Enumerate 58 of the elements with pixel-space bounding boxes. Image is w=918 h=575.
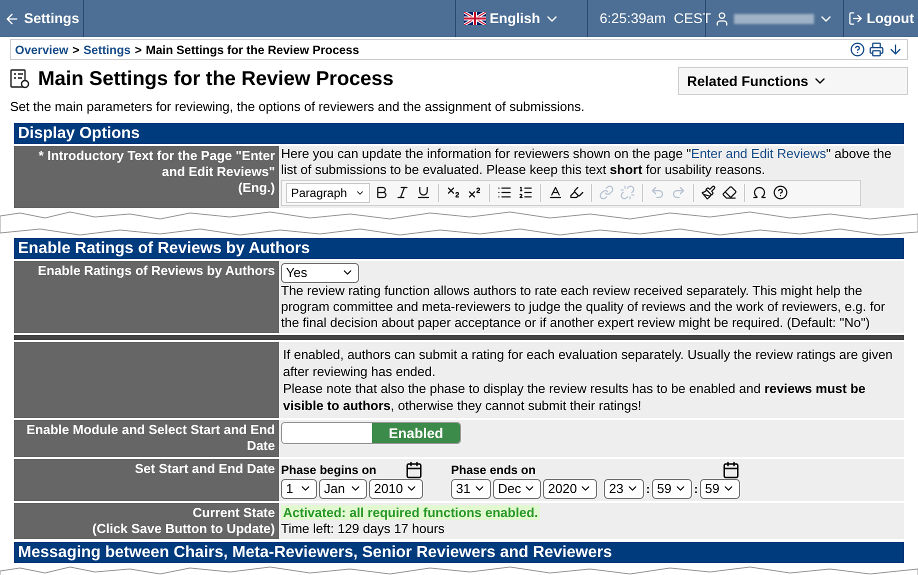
section-header: Enable Ratings of Reviews by Authors bbox=[14, 238, 904, 258]
field-label: Current State bbox=[192, 504, 275, 520]
page-description: Set the main parameters for reviewing, the options of reviewers and the assignment of submissions. bbox=[9, 98, 586, 116]
brush-icon[interactable] bbox=[699, 183, 718, 202]
select-field[interactable]: 59 bbox=[652, 478, 692, 498]
select-field[interactable]: 1 bbox=[281, 478, 317, 498]
breadcrumb-link[interactable]: Settings bbox=[83, 40, 131, 58]
help-text: Here you can update the information for reviewers shown on the page "Enter and Edit Reviews" above the list of submissions to be evaluated. Please keep this text short for usability reasons. bbox=[281, 146, 892, 178]
clock-time: 6:25:39am bbox=[600, 9, 666, 28]
select-field[interactable]: 2010 bbox=[369, 478, 423, 498]
select-field[interactable]: Jan bbox=[319, 478, 367, 498]
field-label: Enable Ratings of Reviews by Authors bbox=[38, 262, 275, 278]
info-text: If enabled, authors can submit a rating for each evaluation separately. Usually the review ratings are given after reviewing has ended. bbox=[283, 346, 894, 380]
eraser-icon[interactable] bbox=[720, 183, 739, 202]
logout-icon bbox=[848, 11, 863, 26]
down-arrow-icon[interactable] bbox=[888, 42, 903, 57]
help-icon[interactable] bbox=[850, 42, 865, 57]
enable-toggle[interactable]: Enabled bbox=[281, 422, 461, 444]
format-select[interactable]: Paragraph bbox=[286, 182, 370, 202]
time-left: Time left: 129 days 17 hours bbox=[281, 520, 446, 536]
select-field[interactable]: 31 bbox=[451, 478, 491, 498]
field-label: Set Start and End Date bbox=[134, 460, 275, 476]
settings-list-icon bbox=[10, 69, 30, 89]
field-label: Enable Module and Select Start and End Date bbox=[26, 422, 275, 452]
select-field[interactable]: 59 bbox=[700, 478, 740, 498]
breadcrumb-current: Main Settings for the Review Process bbox=[146, 42, 360, 58]
field-note: (Click Save Button to Update) bbox=[91, 520, 275, 536]
help-text: The review rating function allows authors to rate each review received separately. This might help the program committee and meta-reviewers to judge the quality of reviews and the work of reviewers, e.g. for the final decision about paper acceptance or if another expert review might be required. (Default: "No") bbox=[281, 282, 886, 330]
back-button[interactable]: Settings bbox=[0, 0, 84, 37]
breadcrumb-link[interactable]: Overview bbox=[15, 40, 68, 58]
calendar-icon[interactable] bbox=[722, 460, 740, 478]
breadcrumb-separator: > bbox=[72, 42, 80, 58]
related-functions-button[interactable]: Related Functions bbox=[678, 67, 908, 95]
user-icon bbox=[714, 10, 730, 26]
time-separator: : bbox=[646, 480, 650, 498]
page-title: Main Settings for the Review Process bbox=[38, 67, 394, 91]
status-text: Activated: all required functions enabled. bbox=[281, 504, 540, 520]
calendar-icon[interactable] bbox=[405, 460, 423, 478]
page-link[interactable]: Enter and Edit Reviews bbox=[691, 146, 826, 160]
field-note: (Eng.) bbox=[237, 180, 275, 196]
flag-icon bbox=[464, 12, 486, 25]
field-label: Phase begins on bbox=[281, 462, 376, 478]
logout-button[interactable]: Logout bbox=[842, 0, 918, 37]
language-selector[interactable]: English bbox=[454, 0, 587, 37]
section-header: Messaging between Chairs, Meta-Reviewers, Senior Reviewers and Reviewers bbox=[14, 542, 904, 562]
timezone: CEST bbox=[674, 9, 712, 28]
select-field[interactable]: Dec bbox=[493, 478, 541, 498]
breadcrumb-separator: > bbox=[134, 42, 142, 58]
help-icon[interactable] bbox=[771, 183, 790, 202]
time-separator: : bbox=[694, 480, 698, 498]
info-text: Please note that also the phase to display the review results has to be enabled and reviews must be visible to authors, otherwise they cannot submit their ratings! bbox=[283, 380, 866, 414]
select-field[interactable]: Yes bbox=[281, 262, 359, 282]
print-icon[interactable] bbox=[869, 42, 884, 57]
select-field[interactable]: 2020 bbox=[543, 478, 597, 498]
section-header: Display Options bbox=[14, 122, 904, 144]
select-field[interactable]: 23 bbox=[604, 478, 644, 498]
field-label: Phase ends on bbox=[451, 462, 536, 478]
field-label: * Introductory Text for the Page "Enter and Edit Reviews" bbox=[38, 148, 275, 180]
